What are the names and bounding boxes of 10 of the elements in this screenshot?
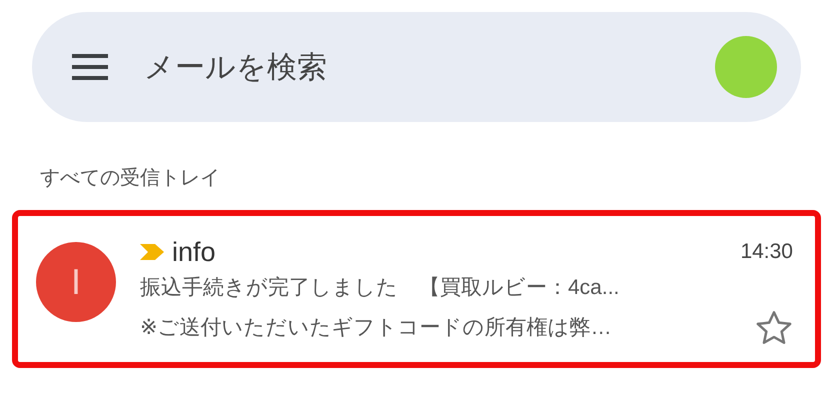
sender-name: info bbox=[172, 236, 216, 268]
sender-avatar: I bbox=[36, 242, 116, 322]
email-subject: 振込手続きが完了しました 【買取ルビー：4ca... bbox=[140, 275, 620, 302]
importance-marker-icon[interactable] bbox=[140, 244, 164, 260]
search-field[interactable]: メールを検索 bbox=[142, 44, 502, 90]
section-label: すべての受信トレイ bbox=[40, 166, 221, 190]
email-time: 14:30 bbox=[740, 239, 793, 266]
email-row[interactable]: I info 14:30 振込手続きが完了しました 【買取ルビー：4ca... ※ご送付いただいたギフトコードの所有権は弊… bbox=[12, 210, 821, 368]
star-icon[interactable] bbox=[755, 310, 793, 346]
email-snippet: ※ご送付いただいたギフトコードの所有権は弊… bbox=[140, 315, 612, 342]
